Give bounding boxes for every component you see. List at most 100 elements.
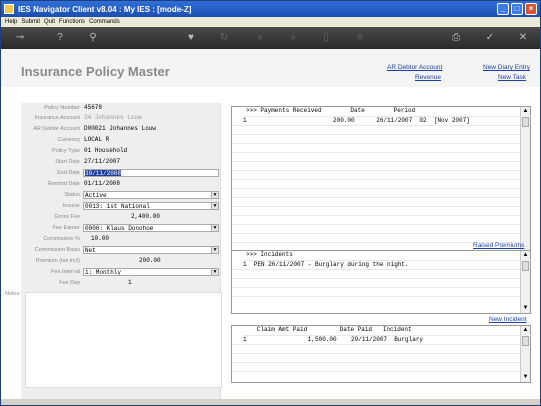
premium-label: Premium (tax incl) (35, 258, 80, 264)
commission-pct-label: Commission % (43, 236, 80, 242)
window-title: IES Navigator Client v8.04 : My IES : [m… (18, 4, 192, 14)
main-area: Insurance Policy Master AR Debtor Accoun… (1, 49, 540, 401)
status-bar (1, 399, 540, 405)
claims-header: Claim Amt Paid Date Paid Incident (246, 326, 412, 333)
help-icon[interactable]: ? (53, 31, 67, 45)
table-row[interactable]: 1 200.00 26/11/2007 02 [Nov 2007] (243, 116, 531, 125)
refresh-icon[interactable]: ↻ (217, 31, 231, 45)
new-incident-link[interactable]: New Incident (489, 316, 527, 323)
policy-type-label: Policy Type (51, 148, 80, 154)
minimize-button[interactable]: _ (497, 3, 509, 15)
table-row[interactable]: 1 PEN 26/11/2007 - Burglary during the n… (243, 260, 531, 269)
table-row[interactable]: 1 1,500.00 29/11/2007 Burglary (243, 335, 531, 344)
app-icon (4, 4, 14, 14)
premium-value: 200.00 (139, 257, 161, 264)
start-date-value: 27/11/2007 (84, 158, 121, 165)
new-task-link[interactable]: New Task (498, 74, 526, 81)
chevron-down-icon[interactable]: ▼ (211, 225, 218, 231)
fee-interval-value: 1: Monthly (85, 269, 122, 276)
scroll-up-icon[interactable]: ▲ (521, 251, 530, 260)
menu-help[interactable]: Help (5, 19, 17, 25)
end-date-value: 30/11/2008 (85, 170, 122, 177)
claims-grid: Claim Amt Paid Date Paid Incident 1 1,50… (231, 325, 531, 383)
incidents-scrollbar[interactable]: ▲ ▼ (520, 251, 530, 313)
fee-interval-select[interactable]: 1: Monthly ▼ (83, 268, 219, 276)
start-date-label: Start Date (55, 159, 80, 165)
menu-functions[interactable]: Functions (59, 19, 85, 25)
status-select[interactable]: Active ▼ (83, 191, 219, 199)
remind-date-label: Remind Date (47, 181, 80, 187)
insurance-account-value: 34 Johannes Louw (84, 114, 142, 121)
gross-fee-label: Gross Fee (54, 214, 80, 220)
notes-field[interactable] (25, 292, 222, 388)
end-date-label: End Date (57, 170, 80, 176)
document-icon[interactable]: ▯ (319, 31, 333, 45)
fee-interval-label: Fee Interval (50, 269, 80, 275)
scroll-down-icon[interactable]: ▼ (521, 304, 530, 313)
fee-day-label: Fee Day (59, 280, 80, 286)
forward-icon[interactable]: » (286, 31, 300, 45)
scroll-up-icon[interactable]: ▲ (521, 107, 530, 116)
insurance-account-label: Insurance Account (34, 115, 80, 121)
insurer-select[interactable]: 0013: 1st National ▼ (83, 202, 219, 210)
chevron-down-icon[interactable]: ▼ (211, 269, 218, 275)
fee-earner-label: Fee Earner (52, 225, 80, 231)
ar-debtor-account-link[interactable]: AR Debtor Account (387, 64, 442, 71)
fee-earner-value: 0006: Klaus Donohoe (85, 225, 154, 232)
close-button[interactable]: × (525, 3, 537, 15)
insurer-label: Insurer (62, 203, 80, 209)
payments-header: >>> Payments Received Date Period (246, 107, 416, 114)
commission-pct-value: 10.00 (91, 235, 110, 242)
cancel-icon[interactable]: ✕ (516, 31, 530, 45)
chevron-down-icon[interactable]: ▼ (211, 192, 218, 198)
incidents-grid: >>> Incidents 1 PEN 26/11/2007 - Burglar… (231, 250, 531, 314)
menu-submit[interactable]: Submit (21, 19, 40, 25)
fee-day-value: 1 (128, 279, 132, 286)
fee-earner-select[interactable]: 0006: Klaus Donohoe ▼ (83, 224, 219, 232)
currency-value: LOCAL R (84, 136, 110, 143)
back-icon[interactable]: « (253, 31, 267, 45)
menu-commands[interactable]: Commands (89, 19, 120, 25)
status-value: Active (85, 192, 107, 199)
remind-date-value: 01/11/2008 (84, 180, 121, 187)
scroll-thumb[interactable] (522, 336, 529, 346)
policy-number-value: 45678 (84, 104, 103, 111)
menu-quit[interactable]: Quit (44, 19, 55, 25)
chevron-down-icon[interactable]: ▼ (211, 247, 218, 253)
scroll-thumb[interactable] (522, 117, 529, 127)
chevron-down-icon[interactable]: ▼ (211, 203, 218, 209)
policy-type-value: 01 Household (84, 147, 128, 154)
heart-icon[interactable]: ♥ (184, 31, 198, 45)
end-date-field[interactable]: 30/11/2008 (83, 169, 219, 177)
incidents-header: >>> Incidents (246, 251, 293, 258)
ar-debtor-account-value: D00021 Johannes Louw (84, 125, 157, 132)
key-icon[interactable]: ⊸ (9, 31, 31, 45)
title-bar: IES Navigator Client v8.04 : My IES : [m… (1, 1, 540, 17)
currency-label: Currency (57, 137, 80, 143)
scroll-up-icon[interactable]: ▲ (521, 326, 530, 335)
print-icon[interactable]: ⎙ (449, 31, 463, 45)
insurer-value: 0013: 1st National (85, 203, 150, 210)
list-icon[interactable]: ≡ (353, 31, 367, 45)
new-diary-entry-link[interactable]: New Diary Entry (483, 64, 530, 71)
claims-scrollbar[interactable]: ▲ ▼ (520, 326, 530, 382)
commission-basis-label: Commission Basis (34, 247, 80, 253)
raised-premiums-link[interactable]: Raised Premiums (473, 242, 524, 249)
confirm-icon[interactable]: ✓ (483, 31, 497, 45)
ar-debtor-account-label: AR Debtor Account (33, 126, 80, 132)
notes-label: Notes (5, 291, 20, 297)
commission-basis-select[interactable]: Net ▼ (83, 246, 219, 254)
gross-fee-value: 2,400.00 (131, 213, 160, 220)
maximize-button[interactable]: □ (511, 3, 523, 15)
scroll-down-icon[interactable]: ▼ (521, 373, 530, 382)
policy-number-label: Policy Number (44, 105, 80, 111)
commission-basis-value: Net (85, 247, 96, 254)
app-window: IES Navigator Client v8.04 : My IES : [m… (0, 0, 541, 406)
status-label: Status (64, 192, 80, 198)
search-icon[interactable]: ⚲ (86, 31, 100, 45)
page-title: Insurance Policy Master (21, 64, 170, 79)
scroll-thumb[interactable] (522, 261, 529, 271)
menu-bar: Help Submit Quit Functions Commands (1, 17, 540, 27)
revenue-link[interactable]: Revenue (415, 74, 441, 81)
toolbar: ⊸ ? ⚲ ♥ ↻ « » ▯ ≡ ⎙ ✓ ✕ (1, 27, 540, 49)
